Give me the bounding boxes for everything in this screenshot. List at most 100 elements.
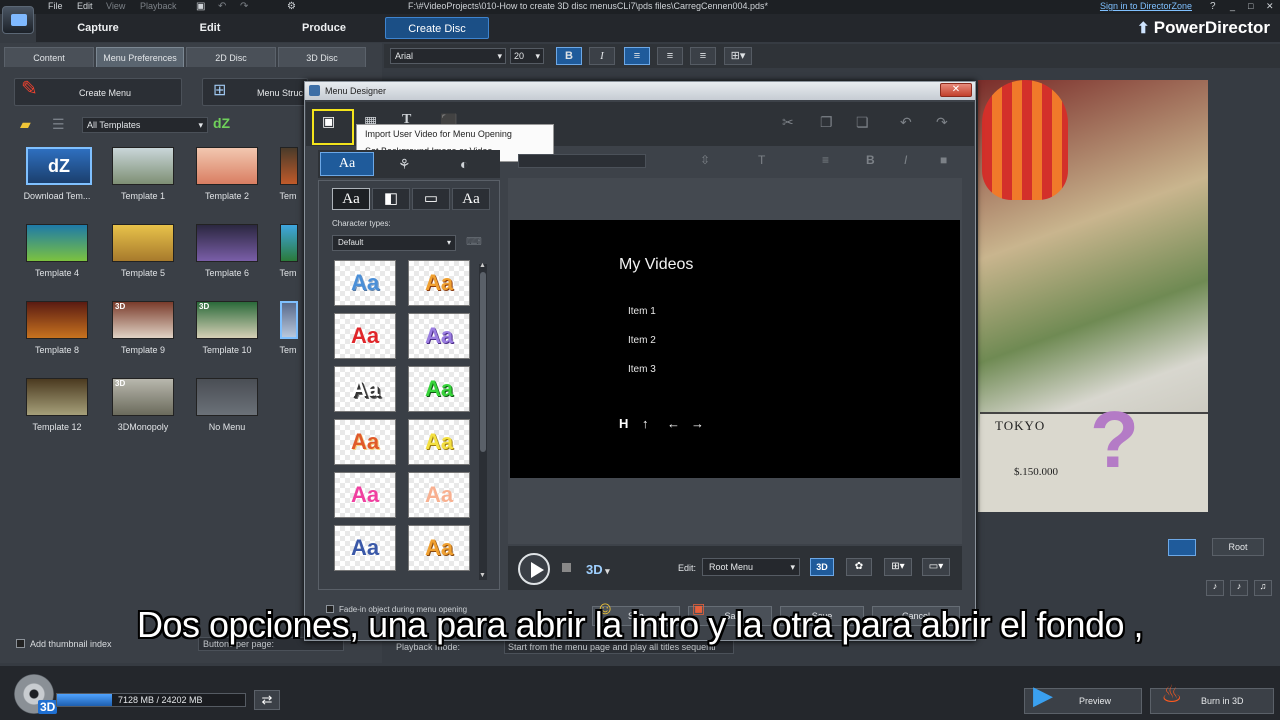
character-style-swatch[interactable]: Aa xyxy=(334,313,396,359)
burn-in-3d-button[interactable]: ♨ Burn in 3D xyxy=(1150,683,1274,714)
save-icon[interactable]: ▣ xyxy=(196,1,205,12)
character-style-swatch[interactable]: Aa xyxy=(334,419,396,465)
character-style-swatch[interactable]: Aa xyxy=(334,260,396,306)
grid-settings-button[interactable]: ⊞▾ xyxy=(884,558,912,576)
italic-dialog-icon[interactable]: I xyxy=(904,153,907,167)
color-dialog-icon[interactable]: ■ xyxy=(940,153,947,167)
layout-grid-button[interactable]: ⊞▾ xyxy=(724,47,752,65)
menu-file[interactable]: File xyxy=(48,1,63,11)
align-center-button[interactable]: ≡ xyxy=(657,47,683,65)
template-thumbnail[interactable] xyxy=(112,224,174,262)
edit-menu-select[interactable]: Root Menu ▾ xyxy=(702,558,800,576)
menu-item-3[interactable]: Item 3 xyxy=(628,364,656,375)
dialog-close-button[interactable]: ✕ xyxy=(940,83,972,97)
character-style-swatch[interactable]: Aa xyxy=(408,472,470,518)
template-thumbnail[interactable] xyxy=(280,301,298,339)
template-thumbnail[interactable] xyxy=(26,224,88,262)
menu-item-2[interactable]: Item 2 xyxy=(628,335,656,346)
maximize-button[interactable]: □ xyxy=(1248,1,1253,11)
menu-playback[interactable]: Playback xyxy=(140,1,177,11)
paste-icon[interactable]: ❏ xyxy=(856,114,869,131)
disc-swap-button[interactable]: ⇄ xyxy=(254,690,280,710)
font-family-select[interactable]: Arial ▾ xyxy=(390,48,506,64)
font-size-select[interactable]: 20 ▾ xyxy=(510,48,544,64)
directorzone-icon[interactable]: dZ xyxy=(213,115,230,131)
copy-icon[interactable]: ❐ xyxy=(820,114,833,131)
style-tab-border-icon[interactable]: ◧ xyxy=(372,188,410,210)
root-button[interactable]: Root xyxy=(1212,538,1264,556)
menu-structure-button[interactable]: ⊞ Menu Struc xyxy=(202,78,308,106)
signin-link[interactable]: Sign in to DirectorZone xyxy=(1100,1,1192,11)
menu-thumbnail-icon[interactable] xyxy=(1168,539,1196,556)
template-thumbnail[interactable]: 3D xyxy=(112,301,174,339)
create-menu-button[interactable]: ✎ Create Menu xyxy=(14,78,182,106)
effects-button[interactable]: ✿ xyxy=(846,558,872,576)
template-thumbnail[interactable] xyxy=(280,147,298,185)
template-thumbnail[interactable] xyxy=(26,378,88,416)
align-right-button[interactable]: ≡ xyxy=(690,47,716,65)
template-thumbnail[interactable]: 3D xyxy=(196,301,258,339)
3d-depth-button[interactable]: 3D xyxy=(810,558,834,576)
help-icon[interactable]: ? xyxy=(1210,1,1216,12)
menu-title-text[interactable]: My Videos xyxy=(619,256,693,274)
preview-button[interactable]: ▶ Preview xyxy=(1024,682,1142,714)
redo-icon[interactable]: ↷ xyxy=(240,1,248,12)
nav-next-button[interactable]: → xyxy=(691,416,704,431)
style-tab-outline[interactable]: Aa xyxy=(452,188,490,210)
menu-item-1[interactable]: Item 1 xyxy=(628,306,656,317)
scrollbar-thumb[interactable] xyxy=(480,272,486,452)
scroll-up-icon[interactable]: ▲ xyxy=(479,262,486,269)
bold-dialog-icon[interactable]: B xyxy=(866,153,875,167)
character-style-swatch[interactable]: Aa xyxy=(408,366,470,412)
character-style-swatch[interactable]: Aa xyxy=(408,419,470,465)
close-window-button[interactable]: ✕ xyxy=(1266,1,1274,12)
template-thumbnail[interactable] xyxy=(112,147,174,185)
menu-preview-canvas[interactable] xyxy=(510,220,960,478)
bold-button[interactable]: B xyxy=(556,47,582,65)
scroll-down-icon[interactable]: ▼ xyxy=(479,572,486,579)
template-thumbnail[interactable]: dZ xyxy=(26,147,92,185)
edit-mode-button[interactable]: Edit xyxy=(176,17,244,39)
template-thumbnail[interactable]: 3D xyxy=(112,378,174,416)
tab-character-icon[interactable]: Aa xyxy=(320,152,374,176)
template-thumbnail[interactable] xyxy=(196,147,258,185)
style-tab-text[interactable]: Aa xyxy=(332,188,370,210)
character-style-swatch[interactable]: Aa xyxy=(334,366,396,412)
italic-button[interactable]: I xyxy=(589,47,615,65)
dialog-font-select[interactable] xyxy=(518,154,646,168)
character-style-swatch[interactable]: Aa xyxy=(408,313,470,359)
tab-shadow-icon[interactable]: ◐ xyxy=(460,156,468,172)
nav-home-button[interactable]: H xyxy=(619,416,628,431)
3d-mode-button[interactable]: 3D ▾ xyxy=(586,562,610,577)
music-settings-icon[interactable]: ♫ xyxy=(1254,580,1272,596)
settings-icon[interactable]: ⚙ xyxy=(287,1,296,12)
template-thumbnail[interactable] xyxy=(26,301,88,339)
character-style-swatch[interactable]: Aa xyxy=(334,472,396,518)
aspect-button[interactable]: ▭▾ xyxy=(922,558,950,576)
template-thumbnail[interactable] xyxy=(196,378,258,416)
play-button[interactable] xyxy=(518,553,550,585)
character-style-swatch[interactable]: Aa xyxy=(408,260,470,306)
cut-icon[interactable]: ✂ xyxy=(782,114,794,131)
menu-edit[interactable]: Edit xyxy=(77,1,93,11)
minimize-button[interactable]: _ xyxy=(1230,1,1235,11)
align-left-button[interactable]: ≡ xyxy=(624,47,650,65)
produce-mode-button[interactable]: Produce xyxy=(290,17,358,39)
line-spacing-icon[interactable]: ⇳ xyxy=(700,153,710,167)
template-thumbnail[interactable] xyxy=(196,224,258,262)
character-type-select[interactable]: Default ▾ xyxy=(332,235,456,251)
nav-previous-button[interactable]: ← xyxy=(667,416,680,431)
create-disc-mode-button[interactable]: Create Disc xyxy=(385,17,489,39)
save-preset-icon[interactable]: ⌨ xyxy=(466,235,482,248)
text-height-icon[interactable]: T xyxy=(758,153,765,167)
undo-icon[interactable]: ↶ xyxy=(218,1,226,12)
style-tab-shadow-icon[interactable]: ▭ xyxy=(412,188,450,210)
tab-content[interactable]: Content xyxy=(4,47,94,67)
tab-2d-disc[interactable]: 2D Disc xyxy=(186,47,276,67)
undo-dialog-icon[interactable]: ↶ xyxy=(900,114,912,131)
list-icon[interactable]: ☰ xyxy=(52,116,65,133)
template-thumbnail[interactable] xyxy=(280,224,298,262)
redo-dialog-icon[interactable]: ↷ xyxy=(936,114,948,131)
character-style-swatch[interactable]: Aa xyxy=(334,525,396,571)
add-music-icon[interactable]: ♪ xyxy=(1206,580,1224,596)
